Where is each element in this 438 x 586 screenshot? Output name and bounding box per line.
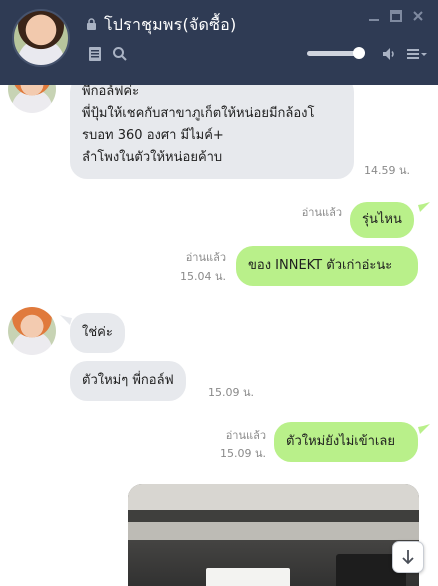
- maximize-icon[interactable]: [390, 10, 402, 22]
- message-time: 15.04 น.: [179, 270, 226, 283]
- read-receipt: อ่านแล้ว: [225, 429, 266, 442]
- read-receipt: อ่านแล้ว: [185, 251, 226, 264]
- message-line: ลำโพงในตัวให้หน่อยค้าบ: [82, 150, 223, 165]
- message-time: 15.09 น.: [208, 386, 255, 399]
- lock-icon: [87, 18, 96, 30]
- sender-avatar[interactable]: [8, 307, 56, 355]
- message-list[interactable]: พี่กอล์ฟค่ะ พี่ปุ้มให้เชคกับสาขาภูเก็ตให…: [0, 85, 438, 586]
- volume-fill: [307, 51, 360, 56]
- search-icon[interactable]: [112, 46, 128, 62]
- bubble-tail: [418, 424, 430, 434]
- scroll-to-bottom-button[interactable]: [392, 541, 424, 573]
- minimize-icon[interactable]: [368, 10, 380, 22]
- menu-icon[interactable]: [406, 46, 428, 62]
- message-line: รบอท 360 องศา มีไมค์+: [82, 128, 224, 143]
- chat-header: โปราชุมพร(จัดซื้อ): [0, 0, 438, 85]
- message-bubble-1[interactable]: พี่กอล์ฟค่ะ พี่ปุ้มให้เชคกับสาขาภูเก็ตให…: [70, 85, 354, 179]
- read-receipt: อ่านแล้ว: [301, 206, 342, 219]
- chat-title: โปราชุมพร(จัดซื้อ): [104, 15, 237, 34]
- close-icon[interactable]: [412, 10, 424, 22]
- arrow-down-icon: [402, 550, 414, 565]
- message-bubble-4[interactable]: ใช่ค่ะ: [70, 313, 125, 353]
- notes-icon[interactable]: [87, 46, 103, 62]
- photo-detail: [206, 568, 290, 586]
- message-bubble-6[interactable]: ตัวใหม่ยังไม่เข้าเลย: [274, 422, 418, 462]
- contact-avatar[interactable]: [12, 9, 70, 67]
- bubble-tail: [418, 202, 430, 212]
- photo-detail: [128, 484, 419, 510]
- photo-detail: [128, 510, 419, 522]
- volume-slider[interactable]: [307, 47, 366, 59]
- message-line: พี่กอล์ฟค่ะ: [82, 85, 140, 99]
- message-bubble-5[interactable]: ตัวใหม่ๆ พี่กอล์ฟ: [70, 361, 186, 401]
- bubble-tail: [60, 315, 72, 325]
- message-line: พี่ปุ้มให้เชคกับสาขาภูเก็ตให้หน่อยมีกล้อ…: [82, 106, 315, 121]
- speaker-icon[interactable]: [381, 46, 397, 62]
- message-time: 14.59 น.: [363, 164, 410, 177]
- message-time: 15.09 น.: [219, 447, 266, 460]
- photo-detail: [128, 522, 419, 540]
- volume-knob[interactable]: [353, 47, 366, 59]
- sender-avatar[interactable]: [8, 85, 56, 113]
- image-message[interactable]: [128, 484, 419, 586]
- message-bubble-3[interactable]: ของ INNEKT ตัวเก่าอ่ะนะ: [236, 246, 418, 286]
- message-bubble-2[interactable]: รุ่นไหน: [350, 202, 414, 238]
